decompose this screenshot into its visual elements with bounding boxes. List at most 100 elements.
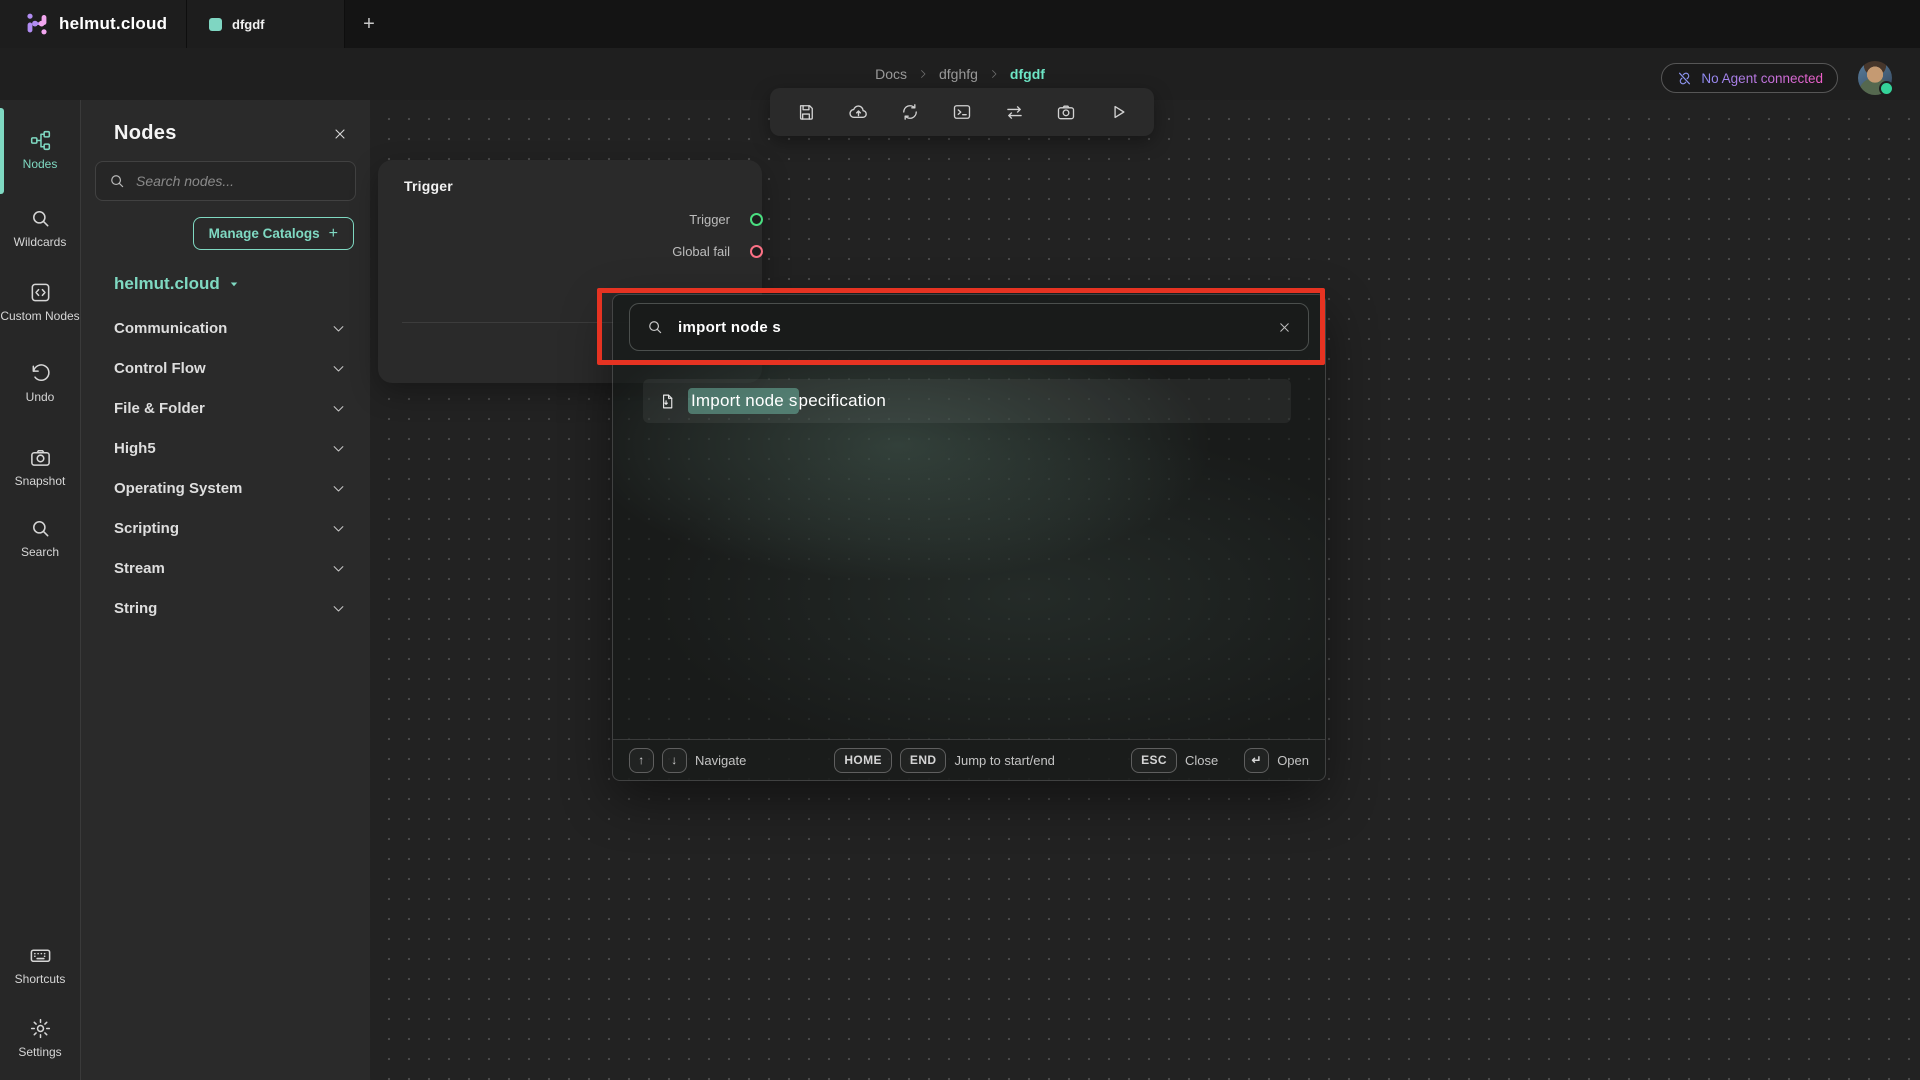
tab-dfgdf[interactable]: dfgdf	[186, 0, 345, 48]
catalog-dropdown[interactable]: helmut.cloud	[81, 250, 370, 294]
nodes-panel: Nodes Manage Catalogs + helmut.cloud Com…	[80, 100, 370, 1080]
chevron-down-icon	[331, 561, 346, 576]
output-port-trigger[interactable]	[750, 213, 763, 226]
app-logo[interactable]: helmut.cloud	[0, 0, 186, 48]
chevron-down-icon	[331, 361, 346, 376]
search-icon	[646, 318, 664, 336]
category-high5[interactable]: High5	[81, 428, 370, 468]
terminal-button[interactable]	[948, 98, 976, 126]
navigate-hint: Navigate	[695, 753, 746, 768]
snapshot-button[interactable]	[1052, 98, 1080, 126]
logo-text: helmut.cloud	[59, 14, 167, 34]
command-results: Import node specification	[613, 362, 1325, 739]
magnifier-icon	[29, 517, 52, 540]
deploy-button[interactable]	[844, 98, 873, 127]
command-search	[629, 303, 1309, 351]
transfer-arrows-icon	[1004, 102, 1025, 123]
file-import-icon	[659, 393, 676, 410]
search-icon	[108, 172, 126, 190]
close-icon	[1277, 320, 1292, 335]
chevron-down-icon	[331, 321, 346, 336]
close-panel-button[interactable]	[330, 124, 350, 144]
manage-catalogs-button[interactable]: Manage Catalogs +	[193, 217, 354, 250]
camera-icon	[1056, 102, 1076, 122]
plus-icon: +	[329, 225, 338, 243]
new-tab-button[interactable]: +	[345, 0, 393, 48]
port-label-global-fail: Global fail	[672, 244, 730, 259]
category-list: Communication Control Flow File & Folder…	[81, 308, 370, 628]
close-icon	[332, 126, 348, 142]
arrow-up-key: ↑	[629, 748, 654, 773]
agent-status-badge[interactable]: No Agent connected	[1661, 63, 1838, 93]
category-communication[interactable]: Communication	[81, 308, 370, 348]
chevron-right-icon	[988, 68, 1000, 80]
tab-label: dfgdf	[232, 17, 264, 32]
left-icon-rail: Nodes Wildcards Custom Nodes Undo	[0, 100, 80, 1080]
end-key: END	[900, 748, 947, 773]
rail-item-search[interactable]: Search	[0, 517, 80, 560]
rail-item-wildcards[interactable]: Wildcards	[0, 207, 80, 250]
run-button[interactable]	[1104, 98, 1132, 126]
unlink-icon	[1676, 70, 1693, 87]
undo-icon	[29, 362, 52, 385]
node-title: Trigger	[404, 178, 453, 194]
play-icon	[1108, 102, 1128, 122]
category-string[interactable]: String	[81, 588, 370, 628]
rail-item-nodes[interactable]: Nodes	[0, 129, 80, 172]
esc-key: ESC	[1131, 748, 1177, 773]
app-window: helmut.cloud dfgdf + Docs dfghfg dfgdf N…	[0, 0, 1920, 1080]
port-label-trigger: Trigger	[689, 212, 730, 227]
enter-key: ↵	[1244, 748, 1269, 773]
cloud-upload-icon	[848, 102, 869, 123]
rail-label: Undo	[26, 391, 55, 405]
category-file-folder[interactable]: File & Folder	[81, 388, 370, 428]
command-search-input[interactable]	[678, 319, 1271, 336]
open-hint: Open	[1277, 753, 1309, 768]
gear-icon	[29, 1017, 52, 1040]
catalog-name: helmut.cloud	[114, 274, 220, 294]
rail-item-settings[interactable]: Settings	[0, 1017, 80, 1060]
rail-label: Snapshot	[15, 475, 66, 489]
rail-label: Custom Nodes	[0, 310, 79, 324]
helmut-cloud-logo-icon	[24, 11, 50, 37]
save-button[interactable]	[792, 98, 820, 126]
user-avatar[interactable]	[1858, 61, 1892, 95]
rail-item-undo[interactable]: Undo	[0, 362, 80, 405]
category-scripting[interactable]: Scripting	[81, 508, 370, 548]
panel-title: Nodes	[114, 122, 177, 145]
terminal-icon	[952, 102, 972, 122]
rail-label: Search	[21, 546, 59, 560]
chevron-down-icon	[331, 481, 346, 496]
save-icon	[796, 102, 816, 122]
graph-nodes-icon	[29, 129, 52, 152]
rail-item-shortcuts[interactable]: Shortcuts	[0, 944, 80, 987]
chevron-down-icon	[331, 521, 346, 536]
transfer-button[interactable]	[1000, 98, 1029, 127]
clear-search-button[interactable]	[1271, 314, 1308, 341]
command-palette: Import node specification ↑ ↓ Navigate H…	[612, 294, 1326, 781]
breadcrumb-docs[interactable]: Docs	[875, 66, 907, 82]
arrow-down-key: ↓	[662, 748, 687, 773]
caret-down-icon	[228, 278, 240, 290]
tab-color-swatch	[209, 18, 222, 31]
sync-button[interactable]	[896, 98, 924, 126]
chevron-down-icon	[331, 601, 346, 616]
close-hint: Close	[1185, 753, 1218, 768]
rail-label: Wildcards	[14, 236, 67, 250]
keyboard-icon	[29, 944, 52, 967]
result-import-node-specification[interactable]: Import node specification	[643, 379, 1291, 423]
node-search-input[interactable]	[95, 161, 356, 201]
category-control-flow[interactable]: Control Flow	[81, 348, 370, 388]
category-operating-system[interactable]: Operating System	[81, 468, 370, 508]
rail-item-custom-nodes[interactable]: Custom Nodes	[0, 281, 80, 324]
rail-label: Nodes	[23, 158, 58, 172]
chevron-right-icon	[917, 68, 929, 80]
category-stream[interactable]: Stream	[81, 548, 370, 588]
breadcrumb-parent[interactable]: dfghfg	[939, 66, 978, 82]
code-square-icon	[29, 281, 52, 304]
output-port-global-fail[interactable]	[750, 245, 763, 258]
chevron-down-icon	[331, 401, 346, 416]
matched-text: Import node s	[688, 388, 799, 414]
rail-item-snapshot[interactable]: Snapshot	[0, 446, 80, 489]
canvas-toolbar	[770, 88, 1154, 136]
